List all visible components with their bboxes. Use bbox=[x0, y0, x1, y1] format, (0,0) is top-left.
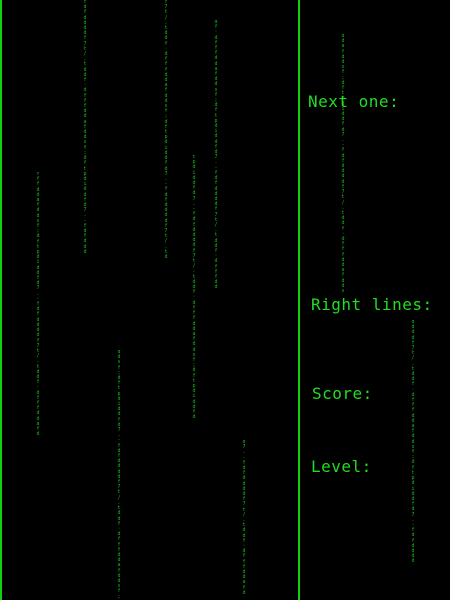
rain-stream: d d a f d d s f ; d f t p d i d d f d 7 … bbox=[341, 34, 345, 294]
level-label: Level: bbox=[311, 457, 372, 476]
playfield-right-wall bbox=[298, 0, 300, 600]
score-label: Score: bbox=[312, 384, 373, 403]
game-screen: f f f d d a f d d s f ; d f t p d i d d … bbox=[0, 0, 450, 600]
next-piece-label: Next one: bbox=[308, 92, 400, 111]
playfield-left-wall bbox=[0, 0, 2, 600]
rain-stream: d d d d f 7 t / . t d d f · d f f f d d … bbox=[411, 320, 415, 565]
lines-label: Right lines: bbox=[311, 295, 433, 314]
playfield bbox=[0, 0, 300, 600]
